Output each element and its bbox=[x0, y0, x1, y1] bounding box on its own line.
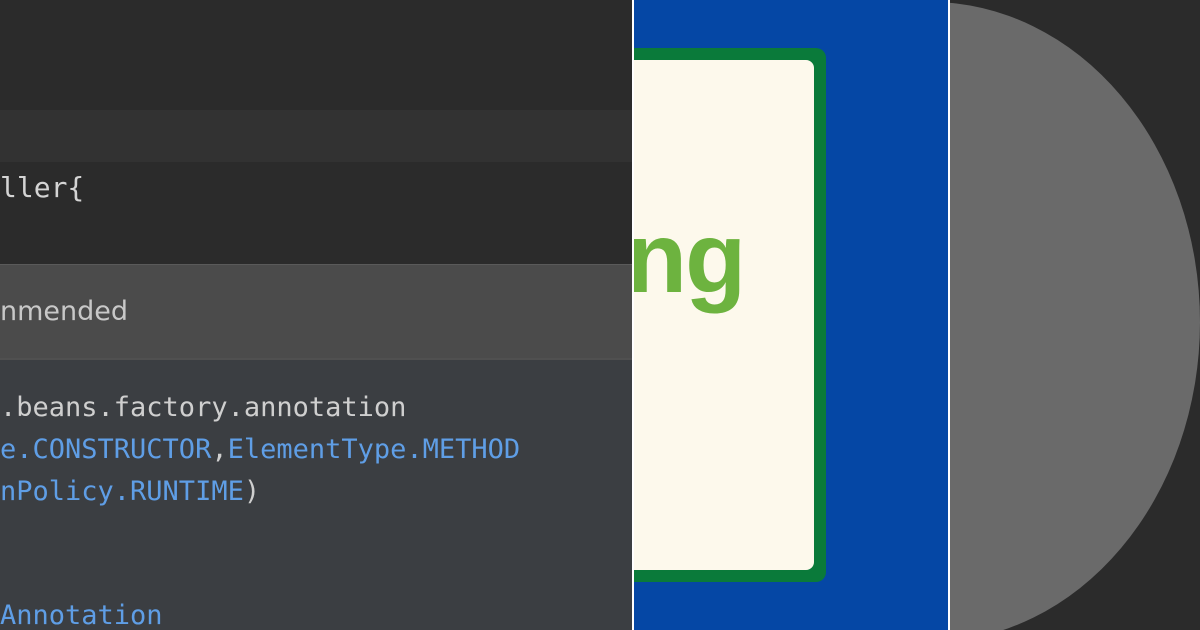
doc-link-runtime[interactable]: nPolicy.RUNTIME bbox=[0, 476, 244, 507]
logo-panel: ng bbox=[634, 0, 948, 630]
grey-disc-shape bbox=[950, 2, 1200, 630]
disc-panel bbox=[950, 0, 1200, 630]
doc-separator: , bbox=[211, 434, 228, 465]
popup-header-label: nmended bbox=[0, 296, 129, 327]
logo-card bbox=[634, 60, 814, 570]
code-line-class-declaration[interactable]: ller{ bbox=[0, 168, 84, 208]
current-line-highlight bbox=[0, 110, 632, 162]
doc-link-constructor[interactable]: e.CONSTRUCTOR bbox=[0, 434, 211, 465]
editor-empty-area bbox=[0, 0, 632, 110]
collage-thumbnail: ller{ nmended .beans.factory.annotation … bbox=[0, 0, 1200, 630]
doc-close-paren: ) bbox=[243, 476, 261, 507]
doc-link-method[interactable]: ElementType.METHOD bbox=[228, 434, 521, 465]
doc-link-annotation[interactable]: Annotation bbox=[0, 596, 163, 630]
logo-wordmark: ng bbox=[634, 202, 746, 314]
doc-line-retention: nPolicy.RUNTIME) bbox=[0, 472, 260, 512]
doc-line-package: .beans.factory.annotation bbox=[0, 392, 407, 423]
ide-editor-panel: ller{ nmended .beans.factory.annotation … bbox=[0, 0, 632, 630]
doc-line-target: e.CONSTRUCTOR,ElementType.METHOD bbox=[0, 430, 520, 470]
quick-doc-popup-header: nmended bbox=[0, 264, 632, 358]
code-area[interactable] bbox=[0, 162, 632, 264]
quick-doc-popup-body: .beans.factory.annotation e.CONSTRUCTOR,… bbox=[0, 358, 632, 630]
